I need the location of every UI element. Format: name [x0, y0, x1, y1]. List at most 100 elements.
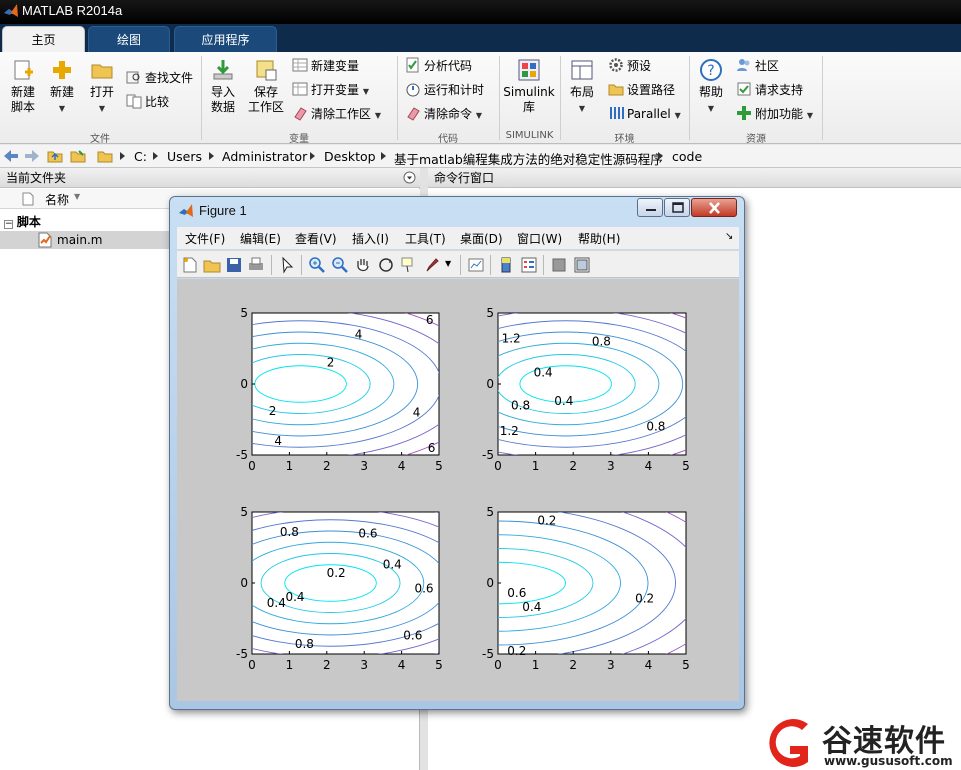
new-figure-icon[interactable] [181, 256, 199, 274]
breadcrumb-separator [658, 152, 663, 160]
layout-button[interactable]: 布局 ▼ [566, 58, 598, 116]
breadcrumb-code[interactable]: code [672, 149, 702, 164]
breadcrumb-desktop[interactable]: Desktop [324, 149, 376, 164]
set-path-button[interactable]: 设置路径 [608, 80, 675, 100]
ribbon-tabstrip: 主页 绘图 应用程序 [0, 24, 961, 52]
request-support-button[interactable]: 请求支持 [736, 80, 803, 100]
minimize-button[interactable] [637, 198, 663, 217]
new-button[interactable]: 新建 ▼ [46, 58, 78, 116]
add-ons-button[interactable]: 附加功能 ▼ [736, 104, 813, 124]
browse-folder-icon[interactable] [70, 148, 86, 164]
chevron-down-icon: ▼ [674, 111, 681, 120]
up-folder-icon[interactable] [47, 148, 63, 164]
zoom-out-icon[interactable] [331, 256, 349, 274]
menu-edit[interactable]: 编辑(E) [240, 230, 281, 247]
panel-menu-icon[interactable] [403, 171, 416, 184]
tab-home[interactable]: 主页 [2, 26, 85, 52]
chevron-down-icon: ▼ [98, 104, 106, 113]
toolbar-separator [490, 255, 491, 275]
group-separator [201, 56, 202, 140]
breadcrumb-administrator[interactable]: Administrator [222, 149, 307, 164]
clear-workspace-button[interactable]: 清除工作区 ▼ [292, 104, 381, 124]
figure-canvas[interactable]: 6 4 2 2 4 4 6 0 1 2 3 4 5 5 0 -5 1.2 0.8 0.4 0.4 0.8 0.8 1.2 0 1… [177, 279, 739, 701]
menu-view[interactable]: 查看(V) [295, 230, 337, 247]
menu-tools[interactable]: 工具(T) [405, 230, 446, 247]
clear-commands-button[interactable]: 清除命令 ▼ [405, 104, 482, 124]
show-plot-tools-icon[interactable] [573, 256, 591, 274]
tab-plots[interactable]: 绘图 [88, 26, 170, 52]
x-tick-label: 1 [286, 658, 294, 672]
run-and-time-button[interactable]: 运行和计时 [405, 80, 484, 100]
pan-hand-icon[interactable] [354, 256, 372, 274]
contour-label: 0.6 [403, 629, 422, 643]
y-tick-label: -5 [236, 647, 248, 661]
help-label: 帮助 [698, 85, 723, 99]
x-tick-label: 5 [435, 658, 443, 672]
parallel-icon [610, 107, 624, 119]
layout-label: 布局 [569, 85, 594, 99]
group-separator [689, 56, 690, 140]
print-icon[interactable] [247, 256, 265, 274]
legend-icon[interactable] [520, 256, 538, 274]
forward-arrow-icon[interactable] [24, 148, 40, 164]
breadcrumb-users[interactable]: Users [167, 149, 202, 164]
menu-desktop[interactable]: 桌面(D) [460, 230, 503, 247]
maximize-button[interactable] [664, 198, 690, 217]
contour-label: 6 [428, 441, 436, 455]
contour-label: 0.2 [327, 566, 346, 580]
save-icon[interactable] [225, 256, 243, 274]
tree-group-scripts[interactable]: − 脚本 [4, 213, 41, 231]
contour-label: 4 [355, 327, 363, 341]
preferences-button[interactable]: 预设 [608, 56, 651, 76]
new-script-button[interactable]: 新建 脚本 [6, 58, 40, 115]
open-file-icon[interactable] [203, 256, 221, 274]
back-arrow-icon[interactable] [3, 148, 19, 164]
analyze-code-button[interactable]: 分析代码 [405, 56, 472, 76]
collapse-icon[interactable]: − [4, 220, 13, 229]
group-label-simulink: SIMULINK [505, 130, 554, 141]
menu-insert[interactable]: 插入(I) [352, 230, 389, 247]
brush-icon[interactable] [423, 256, 441, 274]
open-variable-button[interactable]: 打开变量 ▼ [292, 80, 369, 100]
help-button[interactable]: ? 帮助 ▼ [695, 58, 727, 116]
rotate-3d-icon[interactable] [377, 256, 395, 274]
close-button[interactable] [691, 198, 737, 217]
chevron-down-icon[interactable]: ▼ [445, 259, 451, 268]
colorbar-icon[interactable] [497, 256, 515, 274]
open-button[interactable]: 打开 ▼ [86, 58, 118, 116]
zoom-in-icon[interactable] [308, 256, 326, 274]
menubar-overflow-icon[interactable]: ↘ [725, 231, 733, 242]
breadcrumb-separator [120, 152, 125, 160]
import-data-button[interactable]: 导入 数据 [207, 58, 239, 115]
parallel-button[interactable]: Parallel ▼ [608, 104, 681, 124]
menu-window[interactable]: 窗口(W) [517, 230, 562, 247]
menu-help[interactable]: 帮助(H) [578, 230, 620, 247]
compare-button[interactable]: 比较 [126, 92, 169, 112]
parallel-label: Parallel [627, 107, 671, 121]
save-workspace-button[interactable]: 保存 工作区 [246, 58, 286, 115]
contour-label: 0.2 [507, 644, 526, 658]
tab-apps[interactable]: 应用程序 [174, 26, 277, 52]
group-separator [499, 56, 500, 140]
breadcrumb-c[interactable]: C: [134, 149, 147, 164]
data-cursor-icon[interactable] [400, 256, 418, 274]
contour-label: 0.8 [511, 398, 530, 412]
select-pointer-icon[interactable] [278, 256, 296, 274]
eraser-icon [407, 107, 420, 121]
simulink-library-button[interactable]: Simulink 库 [503, 58, 555, 115]
command-window-header: 命令行窗口 [428, 168, 961, 188]
hide-plot-tools-icon[interactable] [550, 256, 568, 274]
find-files-button[interactable]: 查找文件 [126, 68, 193, 88]
figure-window[interactable]: Figure 1 文件(F) 编辑(E) 查看(V) 插入(I) 工具(T) 桌… [169, 196, 745, 710]
menu-file[interactable]: 文件(F) [185, 230, 225, 247]
new-label: 新建 [49, 85, 74, 99]
svg-text:?: ? [707, 63, 714, 79]
request-support-icon [737, 82, 751, 96]
ribbon: 新建 脚本 新建 ▼ 打开 ▼ 查找文件 比较 文件 导入 数据 保存 工作区 新建… [0, 52, 961, 145]
link-plot-icon[interactable] [467, 256, 485, 274]
new-variable-button[interactable]: 新建变量 [292, 56, 359, 76]
toolbar-separator [460, 255, 461, 275]
breadcrumb-project-folder[interactable]: 基于matlab编程集成方法的绝对稳定性源码程序 [394, 149, 663, 168]
x-tick-label: 3 [607, 459, 615, 473]
community-button[interactable]: 社区 [736, 56, 779, 76]
